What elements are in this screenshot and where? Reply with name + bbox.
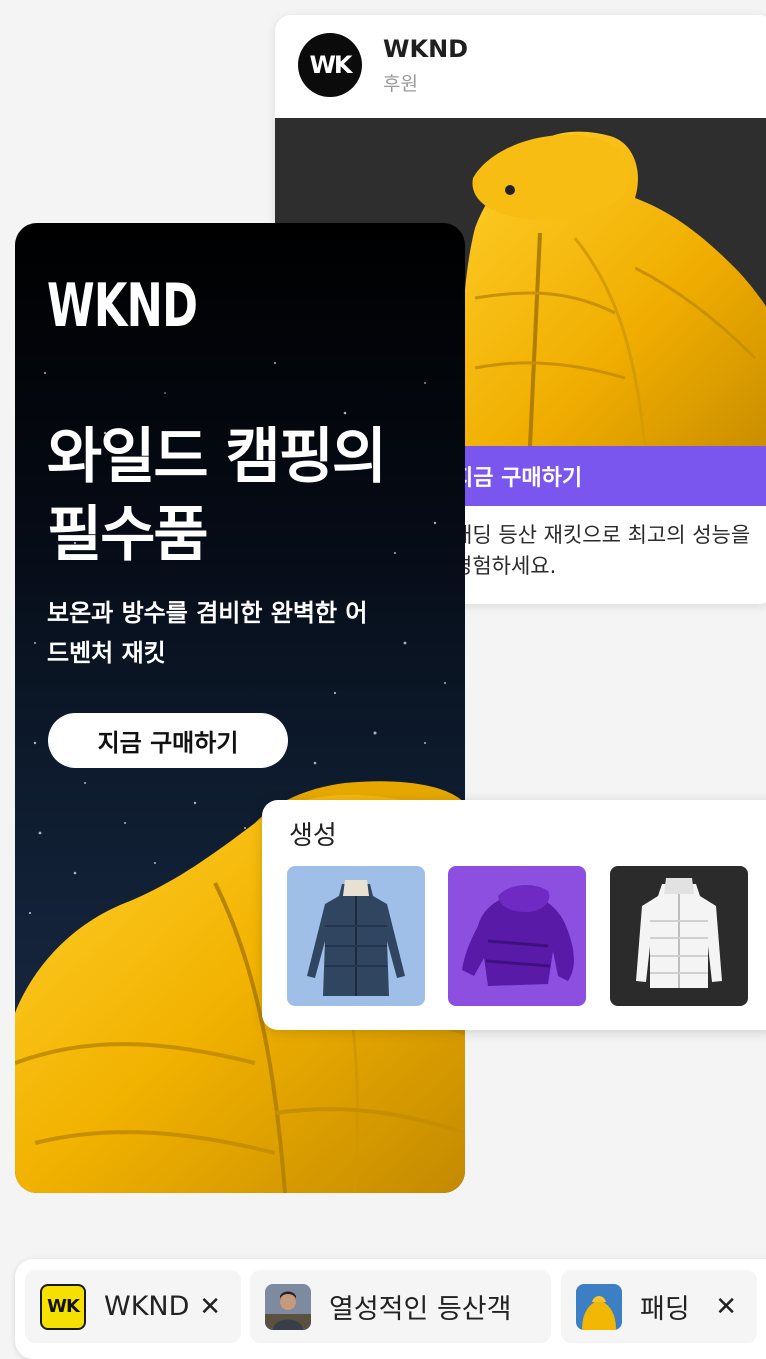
tag-chip-hiker[interactable]: 열성적인 등산객 <box>250 1270 551 1343</box>
ad-banner: WKND 와일드 캠핑의 필수품 보온과 방수를 겸비한 완벽한 어드벤처 재킷… <box>15 223 465 1193</box>
post-header: WK WKND 후원 <box>275 15 766 118</box>
post-cta-label: 지금 구매하기 <box>453 466 583 491</box>
tag-label: 패딩 <box>640 1294 690 1325</box>
generated-title: 생성 <box>289 821 337 851</box>
wknd-logo-icon: WK <box>40 1283 86 1330</box>
sponsored-label: 후원 <box>383 73 418 95</box>
close-icon[interactable]: ✕ <box>193 1291 227 1323</box>
brand-avatar: WK <box>298 33 362 97</box>
hiker-avatar-icon <box>265 1283 311 1330</box>
tag-label: 열성적인 등산객 <box>329 1294 512 1325</box>
tag-label: WKND <box>104 1291 190 1322</box>
thumbnail-navy-coat[interactable] <box>287 866 425 1006</box>
ad-logo: WKND <box>47 271 198 341</box>
ad-subhead: 보온과 방수를 겸비한 완벽한 어드벤처 재킷 <box>47 599 368 667</box>
ad-buy-now-button[interactable]: 지금 구매하기 <box>48 713 288 768</box>
post-caption: 패딩 등산 재킷으로 최고의 성능을 경험하세요. <box>453 523 751 578</box>
tag-bar: WK WKND ✕ 열성적인 등산객 패딩 ✕ <box>15 1259 766 1359</box>
brand-name: WKND <box>383 35 469 63</box>
thumbnail-purple-jacket[interactable] <box>448 866 586 1006</box>
generated-variations-panel: 생성 <box>262 800 766 1030</box>
thumbnail-white-jacket[interactable] <box>610 866 748 1006</box>
close-icon[interactable]: ✕ <box>709 1291 743 1323</box>
ad-headline: 와일드 캠핑의 필수품 <box>47 422 387 570</box>
tag-chip-wknd[interactable]: WK WKND ✕ <box>25 1270 241 1343</box>
tag-chip-padding[interactable]: 패딩 ✕ <box>561 1270 757 1343</box>
yellow-jacket-icon <box>576 1283 622 1330</box>
